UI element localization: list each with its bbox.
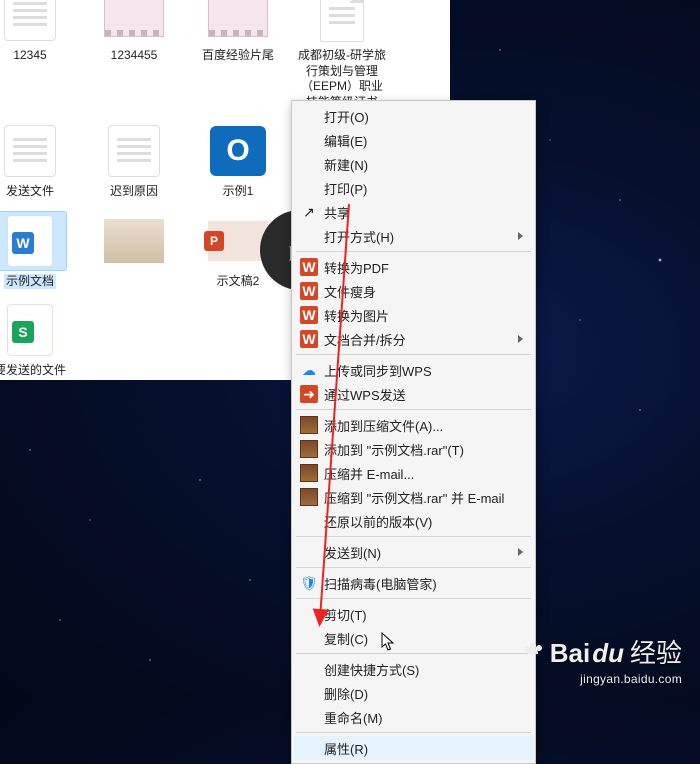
ppt-icon (208, 221, 268, 261)
menu-properties[interactable]: 属性(R) (294, 736, 533, 760)
file-label: 示例1 (221, 184, 256, 200)
menu-separator (296, 567, 531, 568)
menu-rename[interactable]: 重命名(M) (294, 705, 533, 729)
menu-open[interactable]: 打开(O) (294, 104, 533, 128)
wps-icon: W (300, 258, 318, 276)
file-item[interactable]: 百度经验片尾 (192, 0, 284, 110)
menu-doc-merge-split[interactable]: W文档合并/拆分 (294, 327, 533, 351)
rar-icon (300, 416, 318, 434)
menu-separator (296, 598, 531, 599)
watermark-url: jingyan.baidu.com (524, 672, 682, 686)
outlook-icon (210, 126, 266, 176)
menu-separator (296, 536, 531, 537)
file-label: 要发送的文件 (0, 363, 68, 379)
file-label: 发送文件 (4, 184, 56, 200)
file-item[interactable]: 1234455 (88, 0, 180, 110)
file-label: 迟到原因 (108, 184, 160, 200)
file-item[interactable]: 示例文档 (0, 212, 76, 290)
wps-icon: W (300, 282, 318, 300)
cloud-icon: ☁ (300, 361, 318, 379)
page-icon (4, 125, 56, 177)
file-label: 1234455 (109, 48, 160, 64)
menu-share[interactable]: ↗共享 (294, 200, 533, 224)
file-item[interactable]: 成都初级-研学旅行策划与管理（EEPM）职业技能等级证书（... (296, 0, 388, 110)
context-menu: 打开(O) 编辑(E) 新建(N) 打印(P) ↗共享 打开方式(H) W转换为… (291, 100, 536, 764)
menu-add-to-archive[interactable]: 添加到压缩文件(A)... (294, 413, 533, 437)
menu-separator (296, 409, 531, 410)
wps-icon: W (300, 306, 318, 324)
menu-upload-wps[interactable]: ☁上传或同步到WPS (294, 358, 533, 382)
menu-create-shortcut[interactable]: 创建快捷方式(S) (294, 657, 533, 681)
file-label: 示文稿2 (215, 274, 262, 290)
file-item[interactable]: 要发送的文件 (0, 301, 76, 379)
s-icon (7, 304, 53, 356)
file-label: 百度经验片尾 (200, 48, 276, 64)
menu-send-wps[interactable]: ➜通过WPS发送 (294, 382, 533, 406)
file-item[interactable]: 发送文件 (0, 122, 76, 200)
file-item[interactable] (88, 212, 180, 290)
menu-copy[interactable]: 复制(C) (294, 626, 533, 650)
shield-icon: 🛡 (300, 574, 318, 592)
rar-icon (300, 488, 318, 506)
menu-convert-image[interactable]: W转换为图片 (294, 303, 533, 327)
share-icon: ↗ (300, 203, 318, 221)
menu-send-to[interactable]: 发送到(N) (294, 540, 533, 564)
file-item[interactable]: 示例1 (192, 122, 284, 200)
menu-new[interactable]: 新建(N) (294, 152, 533, 176)
watermark-brand-cn: 经验 (630, 633, 682, 670)
watermark: Baidu经验 jingyan.baidu.com (524, 633, 682, 686)
menu-scan-virus[interactable]: 🛡扫描病毒(电脑管家) (294, 571, 533, 595)
cursor-icon (381, 632, 397, 652)
menu-open-with[interactable]: 打开方式(H) (294, 224, 533, 248)
wps-send-icon: ➜ (300, 385, 318, 403)
menu-separator (296, 732, 531, 733)
file-item[interactable]: 12345 (0, 0, 76, 110)
file-label: 示例文档 (4, 274, 56, 290)
menu-print[interactable]: 打印(P) (294, 176, 533, 200)
menu-convert-pdf[interactable]: W转换为PDF (294, 255, 533, 279)
menu-cut[interactable]: 剪切(T) (294, 602, 533, 626)
watermark-brand-b: du (592, 638, 624, 669)
wps-icon: W (300, 330, 318, 348)
menu-file-slim[interactable]: W文件瘦身 (294, 279, 533, 303)
menu-separator (296, 653, 531, 654)
menu-separator (296, 251, 531, 252)
page-icon (108, 125, 160, 177)
video-icon (208, 0, 268, 37)
menu-edit[interactable]: 编辑(E) (294, 128, 533, 152)
video-icon (104, 0, 164, 37)
menu-separator (296, 354, 531, 355)
menu-delete[interactable]: 删除(D) (294, 681, 533, 705)
rar-icon (300, 464, 318, 482)
file-label: 12345 (11, 48, 48, 64)
watermark-brand-a: Bai (550, 638, 590, 669)
rar-icon (300, 440, 318, 458)
page-icon (4, 0, 56, 41)
photo-icon (104, 219, 164, 263)
paw-icon (524, 640, 544, 654)
word-icon (7, 215, 53, 267)
menu-restore-versions[interactable]: 还原以前的版本(V) (294, 509, 533, 533)
file-item[interactable]: 迟到原因 (88, 122, 180, 200)
textdoc-icon (320, 0, 364, 42)
